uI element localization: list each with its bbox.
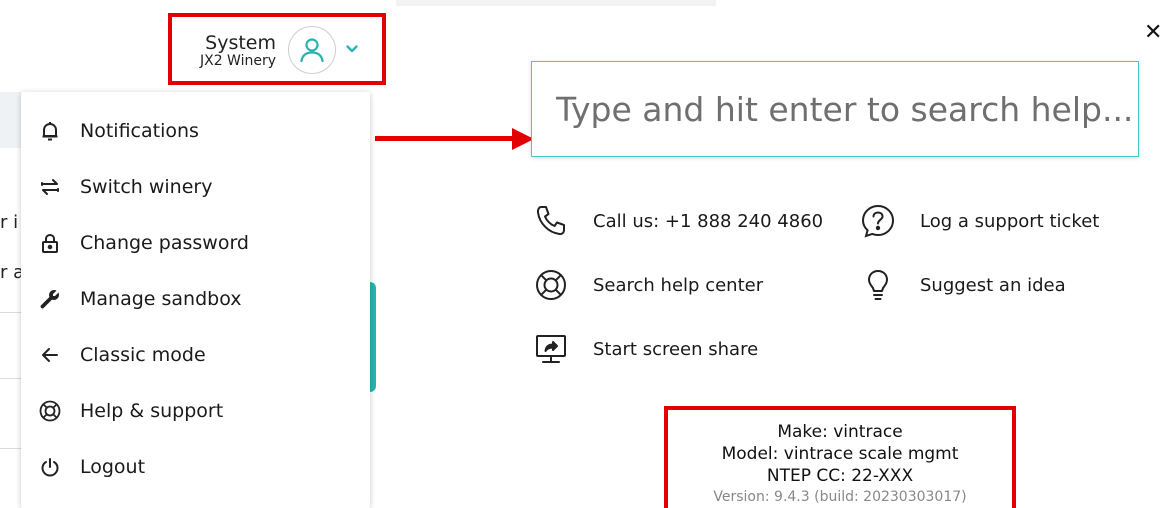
- lifebuoy-icon: [37, 398, 63, 424]
- make-text: Make: vintrace: [777, 422, 903, 442]
- close-icon[interactable]: ✕: [1144, 20, 1160, 45]
- menu-item-classic-mode[interactable]: Classic mode: [21, 327, 370, 383]
- divider: [0, 312, 22, 313]
- search-help-center-link[interactable]: Search help center: [531, 265, 763, 305]
- version-info-panel: Make: vintrace Model: vintrace scale mgm…: [664, 406, 1016, 508]
- screen-share-label: Start screen share: [593, 338, 759, 360]
- log-support-ticket-link[interactable]: Log a support ticket: [858, 201, 1099, 241]
- menu-item-notifications[interactable]: Notifications: [21, 103, 370, 159]
- menu-item-label: Switch winery: [80, 176, 213, 198]
- switch-arrows-icon: [37, 174, 63, 200]
- ntep-text: NTEP CC: 22-XXX: [766, 466, 914, 486]
- arrow-left-icon: [37, 342, 63, 368]
- call-us-label: Call us: +1 888 240 4860: [593, 210, 824, 232]
- lock-icon: [37, 230, 63, 256]
- call-us-link[interactable]: Call us: +1 888 240 4860: [531, 201, 823, 241]
- user-account-toggle[interactable]: System JX2 Winery: [168, 13, 386, 85]
- lightbulb-icon: [858, 265, 898, 305]
- divider: [0, 378, 22, 379]
- lifebuoy-icon: [531, 265, 571, 305]
- menu-item-switch-winery[interactable]: Switch winery: [21, 159, 370, 215]
- menu-item-label: Help & support: [80, 400, 224, 422]
- menu-item-label: Classic mode: [80, 344, 206, 366]
- user-info: System JX2 Winery: [172, 33, 276, 69]
- menu-item-label: Logout: [80, 456, 146, 478]
- user-dropdown-menu: Notifications Switch winery Change passw…: [21, 92, 370, 508]
- help-search-box: [531, 61, 1139, 157]
- power-icon: [37, 454, 63, 480]
- menu-item-manage-sandbox[interactable]: Manage sandbox: [21, 271, 370, 327]
- version-text: Version: 9.4.3 (build: 20230303017): [713, 489, 967, 505]
- user-name: System: [205, 32, 276, 54]
- menu-item-logout[interactable]: Logout: [21, 439, 370, 495]
- background-text-fragment: r i: [0, 212, 19, 233]
- chevron-down-icon[interactable]: [344, 41, 360, 57]
- annotation-arrow: [375, 136, 515, 141]
- menu-item-help-support[interactable]: Help & support: [21, 383, 370, 439]
- user-icon: [300, 38, 324, 63]
- question-circle-icon: [858, 201, 898, 241]
- menu-item-label: Change password: [80, 232, 249, 254]
- menu-item-label: Manage sandbox: [80, 288, 242, 310]
- search-help-center-label: Search help center: [593, 274, 764, 296]
- background-header-strip: [0, 92, 22, 148]
- winery-name: JX2 Winery: [199, 53, 276, 69]
- bell-icon: [37, 118, 63, 144]
- divider: [0, 448, 22, 449]
- help-search-input[interactable]: [532, 62, 1138, 156]
- start-screen-share-link[interactable]: Start screen share: [531, 329, 758, 369]
- avatar[interactable]: [288, 26, 336, 74]
- suggest-idea-label: Suggest an idea: [920, 274, 1066, 296]
- menu-item-label: Notifications: [80, 120, 199, 142]
- suggest-idea-link[interactable]: Suggest an idea: [858, 265, 1066, 305]
- log-ticket-label: Log a support ticket: [920, 210, 1100, 232]
- model-text: Model: vintrace scale mgmt: [721, 444, 959, 464]
- background-texture: [396, 0, 716, 6]
- menu-item-change-password[interactable]: Change password: [21, 215, 370, 271]
- screen-share-icon: [531, 329, 571, 369]
- phone-icon: [531, 201, 571, 241]
- wrench-icon: [37, 286, 63, 312]
